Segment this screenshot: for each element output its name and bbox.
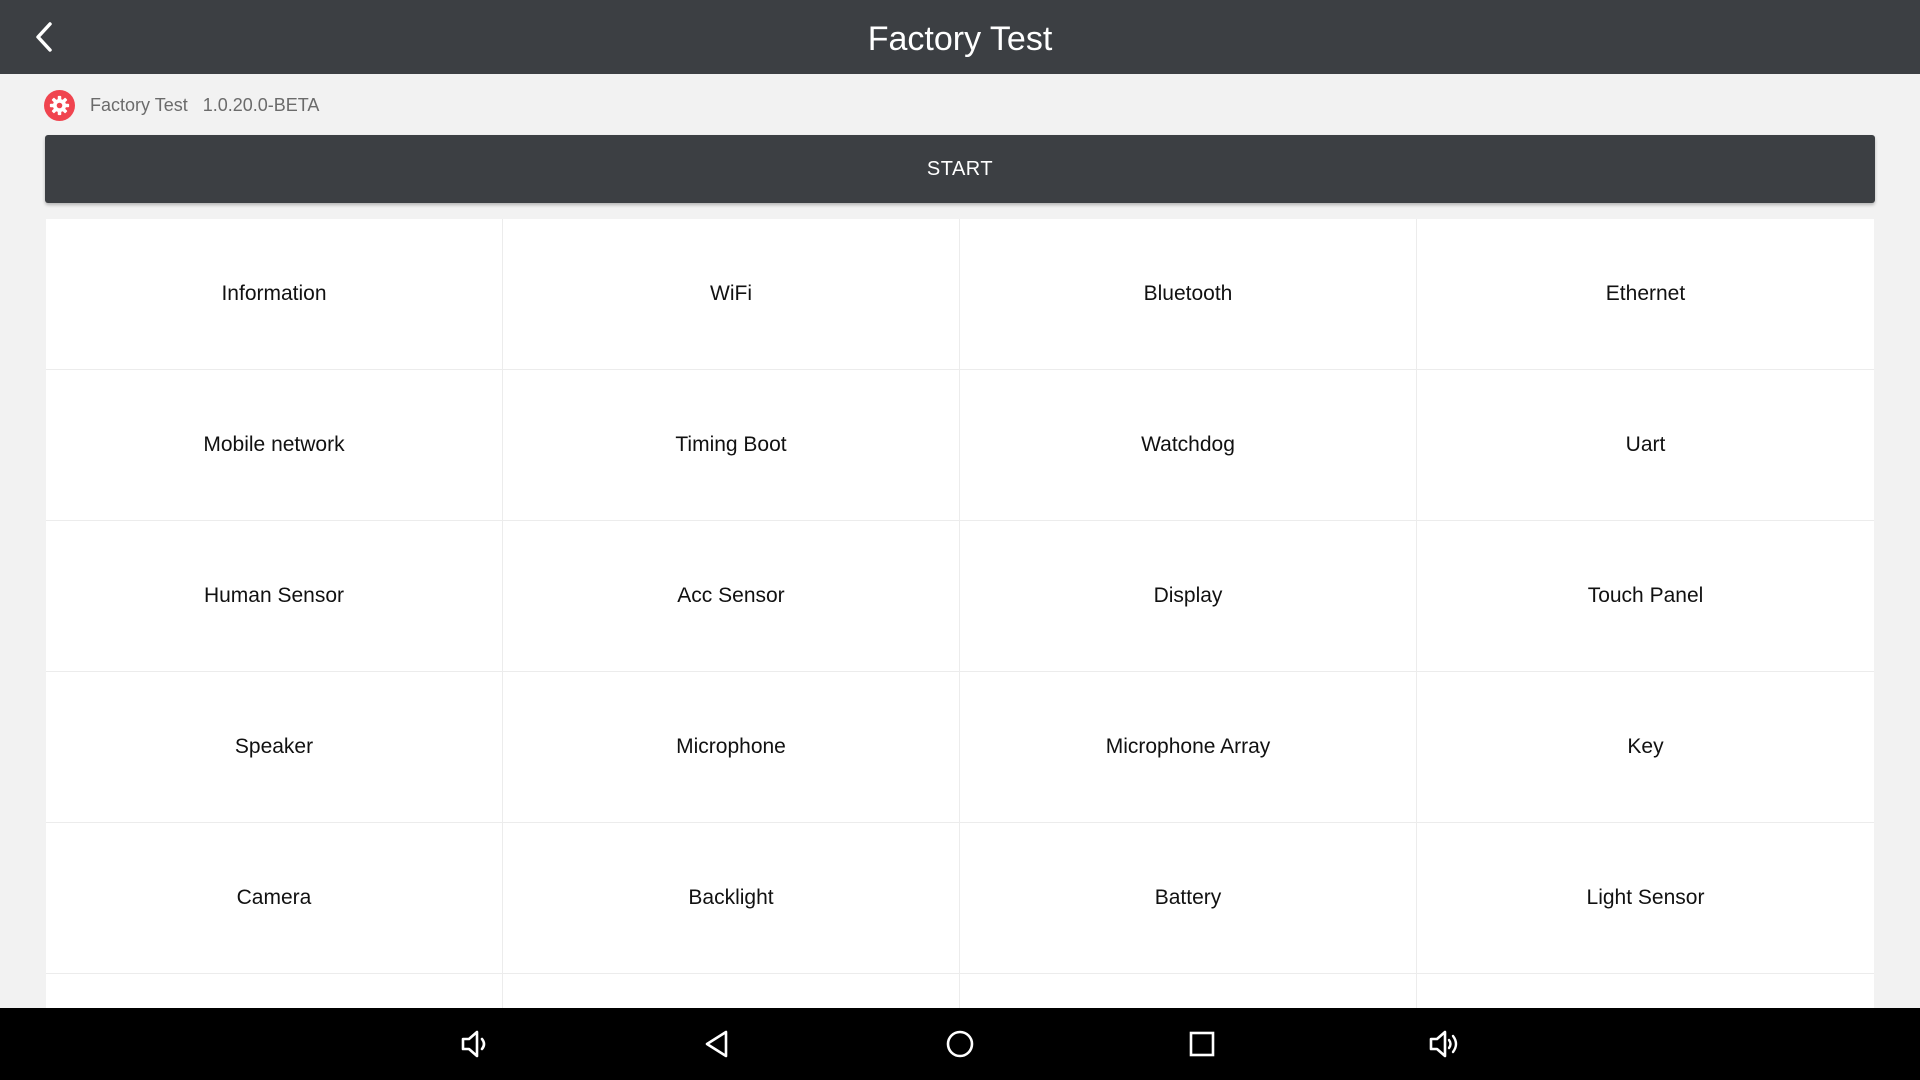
- volume-up-icon: [1429, 1030, 1458, 1058]
- test-item-mobile-network[interactable]: Mobile network: [46, 370, 503, 521]
- app-version: 1.0.20.0-BETA: [202, 94, 320, 115]
- test-item-ethernet[interactable]: Ethernet: [1417, 219, 1874, 370]
- test-grid: Information WiFi Bluetooth Ethernet Mobi…: [46, 219, 1874, 1008]
- test-item-battery[interactable]: Battery: [960, 823, 1417, 974]
- volume-down-icon: [461, 1030, 486, 1058]
- volume-down-button[interactable]: [451, 1020, 499, 1068]
- nav-back-button[interactable]: [693, 1020, 741, 1068]
- test-item-partial[interactable]: [960, 974, 1417, 1008]
- test-item-watchdog[interactable]: Watchdog: [960, 370, 1417, 521]
- test-item-speaker[interactable]: Speaker: [46, 672, 503, 823]
- test-item-uart[interactable]: Uart: [1417, 370, 1874, 521]
- test-item-light-sensor[interactable]: Light Sensor: [1417, 823, 1874, 974]
- test-item-information[interactable]: Information: [46, 219, 503, 370]
- home-circle-icon: [946, 1030, 974, 1058]
- test-item-microphone-array[interactable]: Microphone Array: [960, 672, 1417, 823]
- test-item-acc-sensor[interactable]: Acc Sensor: [503, 521, 960, 672]
- test-grid-scroll[interactable]: Information WiFi Bluetooth Ethernet Mobi…: [46, 219, 1874, 1008]
- test-item-camera[interactable]: Camera: [46, 823, 503, 974]
- test-item-partial[interactable]: [503, 974, 960, 1008]
- test-item-key[interactable]: Key: [1417, 672, 1874, 823]
- back-triangle-icon: [705, 1030, 728, 1058]
- factory-test-app: Factory Test Factory Test 1.0.20.0-BETA …: [0, 0, 1920, 1080]
- recents-square-icon: [1189, 1031, 1215, 1057]
- test-item-bluetooth[interactable]: Bluetooth: [960, 219, 1417, 370]
- test-item-partial[interactable]: [46, 974, 503, 1008]
- page-title: Factory Test: [867, 20, 1053, 58]
- test-item-microphone[interactable]: Microphone: [503, 672, 960, 823]
- test-item-human-sensor[interactable]: Human Sensor: [46, 521, 503, 672]
- nav-recents-button[interactable]: [1178, 1020, 1226, 1068]
- system-nav-bar: [0, 1008, 1920, 1080]
- nav-home-button[interactable]: [936, 1020, 984, 1068]
- test-item-touch-panel[interactable]: Touch Panel: [1417, 521, 1874, 672]
- gear-icon: [44, 89, 75, 121]
- test-item-timing-boot[interactable]: Timing Boot: [503, 370, 960, 521]
- start-button[interactable]: START: [45, 135, 1875, 203]
- test-item-backlight[interactable]: Backlight: [503, 823, 960, 974]
- app-info: Factory Test 1.0.20.0-BETA: [44, 88, 319, 122]
- title-bar: Factory Test: [0, 0, 1920, 74]
- test-item-partial[interactable]: [1417, 974, 1874, 1008]
- test-item-display[interactable]: Display: [960, 521, 1417, 672]
- volume-up-button[interactable]: [1421, 1020, 1469, 1068]
- test-item-wifi[interactable]: WiFi: [503, 219, 960, 370]
- app-name: Factory Test: [90, 94, 188, 115]
